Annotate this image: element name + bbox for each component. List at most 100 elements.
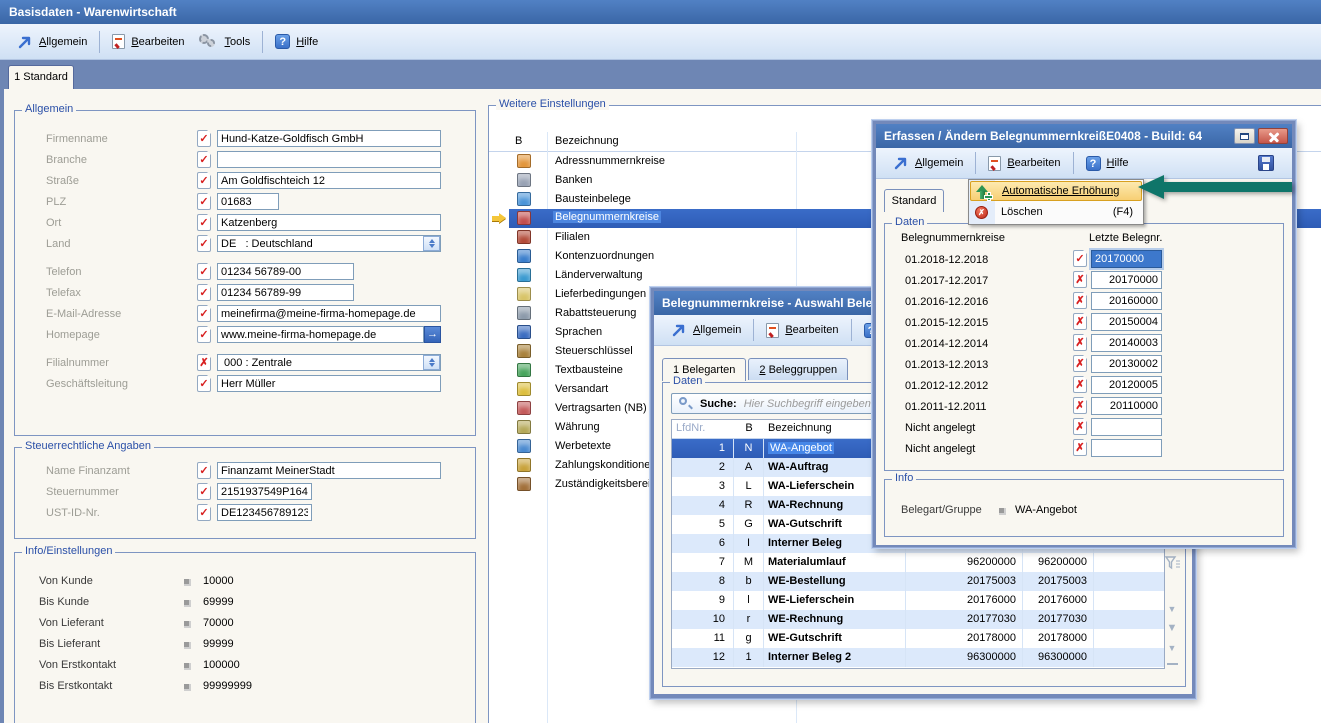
menu-item-loeschen[interactable]: ✗ Löschen (F4) <box>969 202 1143 223</box>
strasse-input[interactable] <box>217 172 441 189</box>
geschaeftsleitung-input[interactable] <box>217 375 441 392</box>
doc-check-flag-icon[interactable]: ✓ <box>197 284 211 301</box>
table-row[interactable]: 10 r WE-Rechnung 20177030 20177030 <box>672 610 1164 629</box>
doc-cross-flag-icon[interactable]: ✗ <box>197 354 211 371</box>
doc-check-flag-icon[interactable]: ✓ <box>197 462 211 479</box>
doc-check-flag-icon[interactable]: ✓ <box>197 214 211 231</box>
tools-menu-button[interactable]: Tools <box>192 31 258 53</box>
cell-number-2: 96200000 <box>1023 553 1094 572</box>
page-down-icon[interactable]: ▼ <box>1161 623 1183 633</box>
info-row: Von Kunde 10000 <box>15 571 475 592</box>
letzte-belegnr-input[interactable] <box>1091 376 1162 394</box>
ort-input[interactable] <box>217 214 441 231</box>
info-row: Von Erstkontakt 100000 <box>15 655 475 676</box>
doc-check-flag-icon[interactable]: ✓ <box>197 305 211 322</box>
flag-icon[interactable]: ✗ <box>1073 292 1087 309</box>
letzte-belegnr-input[interactable] <box>1091 439 1162 457</box>
flag-icon[interactable]: ✗ <box>1073 397 1087 414</box>
restore-window-button[interactable] <box>1234 128 1255 144</box>
allgemein-menu-button[interactable]: Allgemein <box>10 31 94 53</box>
scroll-down-icon[interactable]: ▼ <box>1161 604 1183 614</box>
search-icon <box>678 396 693 411</box>
allgemein-menu-button[interactable]: Allgemein <box>886 152 970 174</box>
flag-icon[interactable]: ✗ <box>1073 418 1087 435</box>
list-item-label: Versandart <box>555 383 608 395</box>
flag-icon[interactable]: ✗ <box>1073 313 1087 330</box>
branche-input[interactable] <box>217 151 441 168</box>
flag-icon[interactable]: ✗ <box>1073 355 1087 372</box>
letzte-belegnr-input[interactable] <box>1091 397 1162 415</box>
steuernummer-input[interactable] <box>217 483 312 500</box>
table-row[interactable]: 8 b WE-Bestellung 20175003 20175003 <box>672 572 1164 591</box>
list-item-icon <box>517 458 531 472</box>
doc-check-flag-icon[interactable]: ✓ <box>197 172 211 189</box>
flag-icon[interactable]: ✗ <box>1073 376 1087 393</box>
filter-icon[interactable] <box>1161 556 1183 570</box>
flag-icon[interactable]: ✗ <box>1073 334 1087 351</box>
hilfe-menu-button[interactable]: ? Hilfe <box>1079 153 1136 174</box>
close-window-button[interactable] <box>1258 128 1288 144</box>
telefax-input[interactable] <box>217 284 354 301</box>
letzte-belegnr-input[interactable] <box>1091 355 1162 373</box>
toolbar-separator <box>753 319 754 341</box>
table-row[interactable]: 9 l WE-Lieferschein 20176000 20176000 <box>672 591 1164 610</box>
field-label: Geschäftsleitung <box>46 378 128 390</box>
list-item-label: Kontenzuordnungen <box>555 250 654 262</box>
doc-check-flag-icon[interactable]: ✓ <box>197 151 211 168</box>
land-combo[interactable] <box>217 235 441 252</box>
column-header-b: B <box>734 422 764 434</box>
flag-icon[interactable]: ✓ <box>1073 250 1087 267</box>
tab-standard-erfassen[interactable]: Standard <box>884 189 944 212</box>
doc-check-flag-icon[interactable]: ✓ <box>197 483 211 500</box>
scroll-to-end-icon[interactable]: ▼ <box>1161 642 1183 665</box>
letzte-belegnr-input[interactable] <box>1091 250 1162 268</box>
table-row[interactable]: 12 1 Interner Beleg 2 96300000 96300000 <box>672 648 1164 667</box>
flag-icon[interactable]: ✗ <box>1073 439 1087 456</box>
erfassen-dialog-titlebar: Erfassen / Ändern BelegnummernkreißE0408… <box>876 124 1292 148</box>
letzte-belegnr-input[interactable] <box>1091 418 1162 436</box>
tab-standard[interactable]: 1 Standard <box>8 65 74 89</box>
allgemein-menu-button[interactable]: Allgemein <box>664 319 748 341</box>
doc-check-flag-icon[interactable]: ✓ <box>197 193 211 210</box>
toolbar-separator <box>262 31 263 53</box>
bullet-square-icon <box>184 621 191 628</box>
flag-icon[interactable]: ✗ <box>1073 271 1087 288</box>
tab-beleggruppen[interactable]: 2 Beleggruppen <box>748 358 848 380</box>
bearbeiten-menu-button[interactable]: Bearbeiten <box>981 153 1067 174</box>
cell-lfdnr: 11 <box>672 629 734 648</box>
letzte-belegnr-input[interactable] <box>1091 334 1162 352</box>
filialnummer-combo[interactable] <box>217 354 441 371</box>
bullet-square-icon <box>999 508 1006 515</box>
telefon-input[interactable] <box>217 263 354 280</box>
menu-item-automatische-erhoehung[interactable]: Automatische Erhöhung <box>970 181 1142 201</box>
bearbeiten-menu-button[interactable]: Bearbeiten <box>105 31 191 52</box>
letzte-belegnr-input[interactable] <box>1091 271 1162 289</box>
homepage-input[interactable] <box>217 326 424 343</box>
cell-number-1: 20176000 <box>906 591 1023 610</box>
spinner-control[interactable] <box>423 355 440 370</box>
doc-check-flag-icon[interactable]: ✓ <box>197 263 211 280</box>
letzte-belegnr-input[interactable] <box>1091 292 1162 310</box>
open-homepage-button[interactable]: → <box>424 326 441 343</box>
doc-check-flag-icon[interactable]: ✓ <box>197 504 211 521</box>
table-row[interactable]: 7 M Materialumlauf 96200000 96200000 <box>672 553 1164 572</box>
doc-check-flag-icon[interactable]: ✓ <box>197 326 211 343</box>
letzte-belegnr-input[interactable] <box>1091 313 1162 331</box>
email-input[interactable] <box>217 305 441 322</box>
allgemein-menu-label: Allgemein <box>39 36 87 48</box>
field-telefon: Telefon ✓ <box>15 262 475 283</box>
info-row-label: Bis Lieferant <box>39 638 100 650</box>
firmenname-input[interactable] <box>217 130 441 147</box>
ustid-input[interactable] <box>217 504 312 521</box>
doc-check-flag-icon[interactable]: ✓ <box>197 375 211 392</box>
doc-check-flag-icon[interactable]: ✓ <box>197 235 211 252</box>
doc-check-flag-icon[interactable]: ✓ <box>197 130 211 147</box>
save-icon[interactable] <box>1258 155 1274 171</box>
bearbeiten-menu-button[interactable]: Bearbeiten <box>759 320 845 341</box>
table-row[interactable]: 11 g WE-Gutschrift 20178000 20178000 <box>672 629 1164 648</box>
hilfe-menu-button[interactable]: ? Hilfe <box>268 31 325 52</box>
spinner-control[interactable] <box>423 236 440 251</box>
finanzamt-input[interactable] <box>217 462 441 479</box>
field-label: Telefax <box>46 287 81 299</box>
plz-input[interactable] <box>217 193 279 210</box>
